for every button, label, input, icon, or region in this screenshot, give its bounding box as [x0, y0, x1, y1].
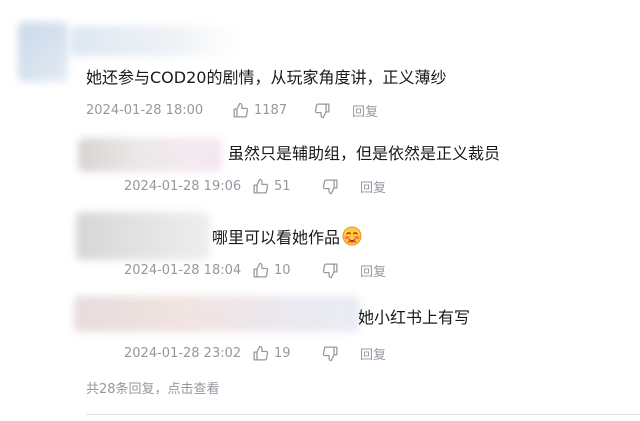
reply-time: 2024-01-28 19:06 — [124, 178, 242, 194]
reply-time: 2024-01-28 23:02 — [124, 345, 242, 361]
like-button[interactable]: 51 — [252, 178, 322, 195]
reply-button[interactable]: 回复 — [352, 101, 378, 120]
main-comment-meta: 2024-01-28 18:00 1187 回复 — [86, 100, 378, 120]
like-count: 10 — [274, 262, 291, 278]
comment-thread: 她还参与COD20的剧情，从玩家角度讲，正义薄纱 2024-01-28 18:0… — [0, 0, 640, 421]
reply-button[interactable]: 回复 — [360, 177, 386, 196]
reply-text-row: 哪里可以看她作品 — [212, 226, 362, 248]
like-button[interactable]: 19 — [252, 345, 322, 362]
comment-time: 2024-01-28 18:00 — [86, 102, 204, 118]
reply-text: 哪里可以看她作品 — [212, 228, 341, 247]
view-more-replies: 共28条回复，点击查看 — [86, 378, 220, 397]
thumbs-up-icon — [233, 102, 249, 118]
thumbs-down-icon — [322, 178, 338, 194]
main-avatar-blurred[interactable] — [18, 22, 68, 82]
thumbs-down-icon — [322, 345, 338, 361]
thumbs-up-icon — [253, 345, 269, 361]
reply-3-user-blurred[interactable] — [74, 296, 360, 332]
reply-2-user-blurred[interactable] — [76, 212, 210, 260]
divider — [86, 414, 640, 415]
reply-meta: 2024-01-28 23:02 19 回复 — [124, 343, 386, 363]
reply-count-text: 共28条回复， — [86, 382, 168, 397]
reply-text: 虽然只是辅助组，但是依然是正义裁员 — [228, 144, 501, 163]
like-button[interactable]: 1187 — [232, 102, 314, 119]
reply-time: 2024-01-28 18:04 — [124, 262, 242, 278]
like-count: 19 — [274, 345, 291, 361]
reply-meta: 2024-01-28 18:04 10 回复 — [124, 260, 386, 280]
like-count: 1187 — [254, 102, 288, 118]
dislike-button[interactable] — [322, 345, 360, 362]
blush-face-emoji-icon — [342, 226, 362, 246]
main-comment-text: 她还参与COD20的剧情，从玩家角度讲，正义薄纱 — [86, 68, 447, 87]
thumbs-up-icon — [253, 262, 269, 278]
reply-button[interactable]: 回复 — [360, 261, 386, 280]
dislike-button[interactable] — [314, 102, 352, 119]
thumbs-up-icon — [253, 178, 269, 194]
main-username-blurred[interactable] — [70, 26, 240, 56]
like-count: 51 — [274, 178, 291, 194]
dislike-button[interactable] — [322, 262, 360, 279]
thumbs-down-icon — [322, 262, 338, 278]
reply-1-user-blurred[interactable] — [78, 138, 222, 172]
reply-text: 她小红书上有写 — [358, 308, 471, 327]
view-replies-link[interactable]: 点击查看 — [168, 382, 220, 397]
thumbs-down-icon — [314, 102, 330, 118]
dislike-button[interactable] — [322, 178, 360, 195]
reply-meta: 2024-01-28 19:06 51 回复 — [124, 176, 386, 196]
reply-button[interactable]: 回复 — [360, 344, 386, 363]
like-button[interactable]: 10 — [252, 262, 322, 279]
